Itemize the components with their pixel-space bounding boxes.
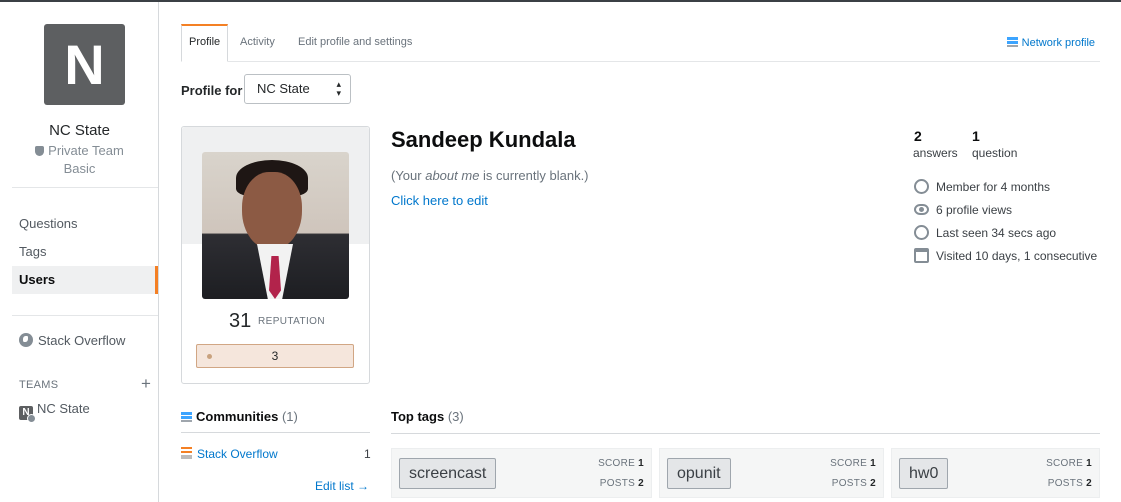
questions-label: question [972,146,1018,160]
plus-icon: + [141,374,151,393]
profile-for-select[interactable]: NC State ▴ ▾ [244,74,351,104]
team-mini-avatar-icon: N [19,406,36,423]
posts-value: 2 [638,478,644,489]
profile-for-value: NC State [257,81,310,96]
team-visibility: Private Team [0,143,159,158]
history-icon [914,179,929,194]
tag-card: opunit SCORE 1 POSTS 2 [659,448,884,498]
communities-title: Communities [196,409,279,424]
community-name: Stack Overflow [197,447,278,461]
about-prefix: (Your [391,168,426,183]
sidebar-item-label: Stack Overflow [38,333,126,348]
stack-exchange-icon [1006,37,1018,47]
reputation-value: 31 [229,310,252,332]
team-visibility-label: Private Team [48,143,124,158]
stack-exchange-icon [181,412,192,422]
profile-card: 31 REPUTATION 3 [181,126,370,384]
team-plan: Basic [63,161,96,176]
answers-count[interactable]: 2 [914,128,922,144]
member-since-text: Member for 4 months [936,180,1051,194]
questions-count[interactable]: 1 [972,128,980,144]
tag-score: SCORE 1 [598,458,644,469]
user-name: Sandeep Kundala [391,127,576,152]
bronze-badges[interactable]: 3 [196,344,354,368]
tab-activity[interactable]: Activity [233,24,282,61]
teams-heading: TEAMS [19,379,59,391]
about-em: about me [425,168,480,183]
score-value: 1 [638,458,644,469]
visited-days-text: Visited 10 days, 1 consecutive [936,249,1098,263]
community-item[interactable]: Stack Overflow [181,447,278,461]
sidebar-item-users[interactable]: Users [12,266,158,294]
tag-score: SCORE 1 [830,458,876,469]
about-suffix: is currently blank.) [479,168,589,183]
tag-pill[interactable]: hw0 [899,458,949,489]
shield-icon [35,146,45,156]
about-me-text: (Your about me is currently blank.) [391,168,589,183]
top-tags-divider [391,433,1100,434]
posts-label: POSTS [831,478,868,489]
calendar-icon [914,248,929,263]
communities-heading: Communities (1) [181,409,298,424]
sidebar-divider [12,315,158,316]
top-tags-heading: Top tags (3) [391,409,464,424]
edit-about-link[interactable]: Click here to edit [391,193,488,208]
tag-card: screencast SCORE 1 POSTS 2 [391,448,652,498]
bronze-badge-count: 3 [271,349,279,363]
sidebar-item-team[interactable]: N NC State [19,401,90,423]
tag-posts: POSTS 2 [832,478,876,489]
communities-divider [181,432,370,433]
top-tags-title: Top tags [391,409,445,424]
tag-score: SCORE 1 [1046,458,1092,469]
sidebar-divider [12,187,158,188]
profile-views-text: 6 profile views [936,203,1013,217]
posts-label: POSTS [599,478,636,489]
tag-pill[interactable]: opunit [667,458,731,489]
score-label: SCORE [830,458,868,469]
posts-value: 2 [1086,478,1092,489]
tab-profile[interactable]: Profile [181,24,229,62]
communities-count: (1) [281,409,298,424]
top-tags-count: (3) [447,409,464,424]
posts-label: POSTS [1047,478,1084,489]
network-profile-label: Network profile [1021,37,1095,49]
posts-value: 2 [870,478,876,489]
sidebar-item-questions[interactable]: Questions [12,210,158,238]
avatar-face [242,172,302,250]
left-sidebar: N NC State Private Team Basic Questions … [0,2,159,502]
score-value: 1 [870,458,876,469]
tag-posts: POSTS 2 [600,478,644,489]
tag-posts: POSTS 2 [1048,478,1092,489]
score-label: SCORE [1046,458,1084,469]
last-seen-text: Last seen 34 secs ago [936,226,1057,240]
tag-card: hw0 SCORE 1 POSTS 2 [891,448,1100,498]
tab-edit-profile[interactable]: Edit profile and settings [291,24,419,61]
updown-arrows-icon: ▴ ▾ [336,79,341,98]
clock-icon [914,225,929,240]
stack-overflow-icon [181,447,192,459]
reputation-label: REPUTATION [258,316,325,327]
score-value: 1 [1086,458,1092,469]
user-avatar[interactable] [202,152,349,299]
network-profile-link[interactable]: Network profile [1006,37,1095,49]
profile-for-label: Profile for [181,83,243,98]
sidebar-item-label: NC State [37,401,90,416]
eye-icon [914,204,929,215]
sidebar-item-tags[interactable]: Tags [12,238,158,266]
add-team-button[interactable]: + [139,374,153,394]
answers-label: answers [913,146,958,160]
team-name: NC State [49,122,110,139]
team-avatar[interactable]: N [44,24,125,105]
community-reputation: 1 [364,447,371,461]
profile-tabs: Profile Activity Edit profile and settin… [181,24,1100,62]
globe-icon [19,333,33,347]
tag-pill[interactable]: screencast [399,458,497,489]
edit-list-link[interactable]: Edit list → [315,479,369,493]
sidebar-item-stack-overflow[interactable]: Stack Overflow [19,333,125,348]
score-label: SCORE [598,458,636,469]
